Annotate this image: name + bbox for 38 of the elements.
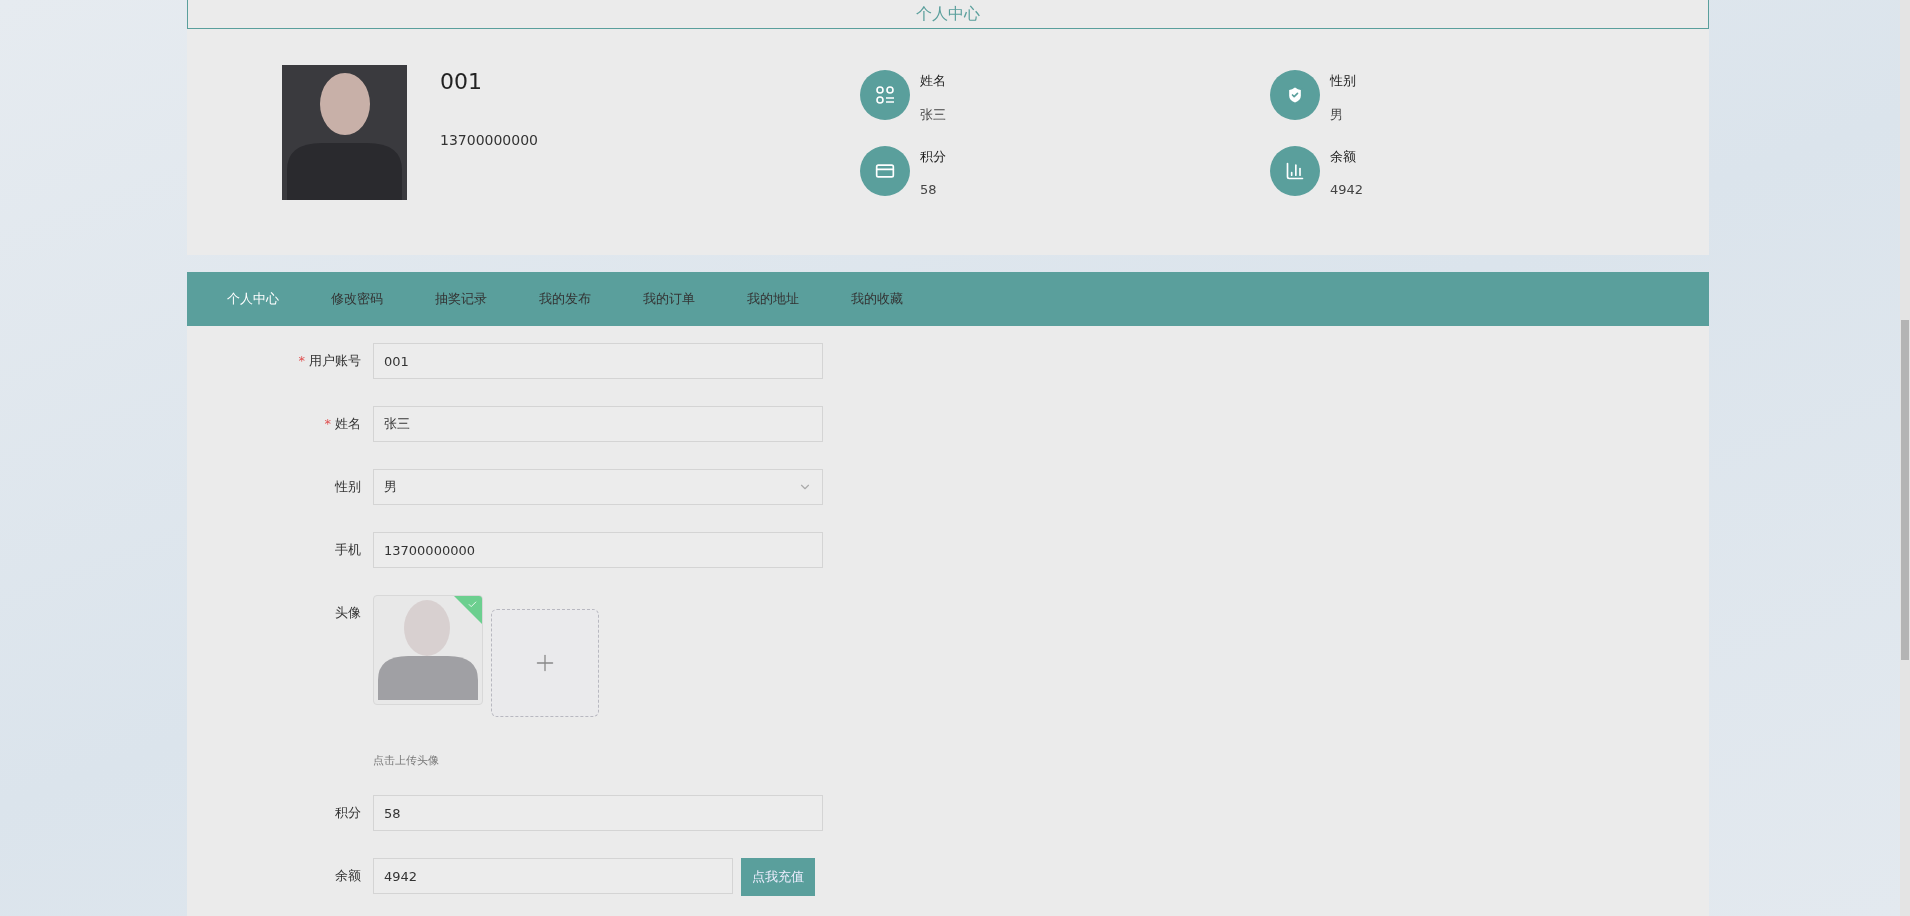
field-label: 手机 <box>334 541 362 559</box>
select-field[interactable]: 男 <box>373 469 823 505</box>
page-title: 个人中心 <box>916 3 980 25</box>
stat-value: 4942 <box>1330 182 1364 197</box>
bar-chart-icon <box>1285 161 1305 181</box>
tab[interactable]: 个人中心 <box>201 272 305 326</box>
recharge-button[interactable]: 点我充值 <box>741 858 815 896</box>
stat-label: 性别 <box>1330 72 1356 90</box>
field-label: 余额 <box>334 867 362 885</box>
text-input[interactable]: 张三 <box>373 406 823 442</box>
field-label: 性别 <box>334 478 362 496</box>
field-label: * 用户账号 <box>297 352 362 370</box>
phone-text: 13700000000 <box>440 132 539 148</box>
stat-value: 男 <box>1330 106 1344 124</box>
upload-hint: 点击上传头像 <box>373 753 440 768</box>
stat-value: 58 <box>920 182 938 197</box>
field-label: 积分 <box>334 804 362 822</box>
tab[interactable]: 修改密码 <box>305 272 409 326</box>
grid-list-icon <box>875 85 895 105</box>
text-input[interactable]: 001 <box>373 343 823 379</box>
stat-label: 积分 <box>920 148 946 166</box>
stat-label: 姓名 <box>920 72 946 90</box>
text-input[interactable]: 4942 <box>373 858 733 894</box>
text-input[interactable]: 13700000000 <box>373 532 823 568</box>
tab[interactable]: 抽奖记录 <box>409 272 513 326</box>
text-input[interactable]: 58 <box>373 795 823 831</box>
check-icon <box>467 599 478 610</box>
tab[interactable]: 我的发布 <box>513 272 617 326</box>
card-icon <box>875 161 895 181</box>
stat-value: 张三 <box>920 106 946 124</box>
account-text: 001 <box>440 69 483 94</box>
upload-button[interactable] <box>491 609 599 717</box>
tab[interactable]: 我的地址 <box>721 272 825 326</box>
stat-label: 余额 <box>1330 148 1357 166</box>
field-label: * 姓名 <box>323 415 362 433</box>
field-label: 头像 <box>334 604 362 622</box>
tab[interactable]: 我的订单 <box>617 272 721 326</box>
tab[interactable]: 我的收藏 <box>825 272 929 326</box>
